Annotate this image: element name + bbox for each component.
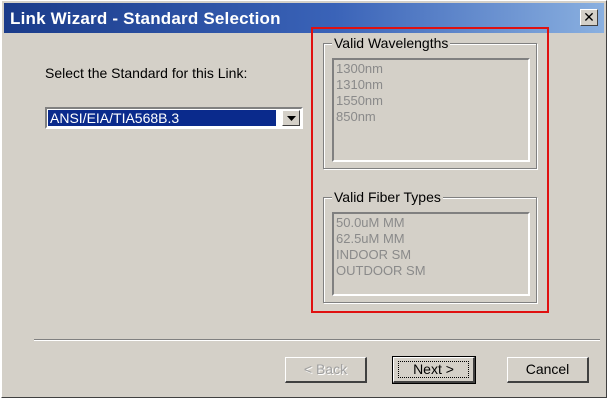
cancel-button[interactable]: Cancel <box>507 357 589 383</box>
dropdown-button[interactable] <box>282 110 300 126</box>
back-button[interactable]: < Back <box>285 357 367 383</box>
list-item: 1550nm <box>336 93 383 108</box>
list-item: 50.0uM MM <box>336 215 405 230</box>
button-separator <box>34 339 600 341</box>
chevron-down-icon <box>287 116 296 121</box>
standard-select[interactable]: ANSI/EIA/TIA568B.3 <box>45 107 303 129</box>
fiber-types-group: Valid Fiber Types 50.0uM MM 62.5uM MM IN… <box>323 189 537 303</box>
wavelengths-group-title: Valid Wavelengths <box>332 35 451 51</box>
cancel-button-label: Cancel <box>525 361 570 377</box>
wavelengths-group: Valid Wavelengths 1300nm 1310nm 1550nm 8… <box>323 35 537 169</box>
list-item: 850nm <box>336 109 376 124</box>
list-item: 1300nm <box>336 61 383 76</box>
close-icon: ✕ <box>583 9 595 25</box>
list-item: 62.5uM MM <box>336 231 405 246</box>
wavelengths-list[interactable]: 1300nm 1310nm 1550nm 850nm <box>332 58 530 162</box>
fiber-types-group-title: Valid Fiber Types <box>332 189 443 205</box>
window-title: Link Wizard - Standard Selection <box>10 9 281 28</box>
back-button-label: < Back <box>303 361 348 377</box>
next-button[interactable]: Next > <box>392 356 476 384</box>
link-wizard-dialog: Link Wizard - Standard Selection ✕ Selec… <box>1 0 607 398</box>
close-button[interactable]: ✕ <box>580 9 598 26</box>
list-item: OUTDOOR SM <box>336 263 426 278</box>
fiber-types-list[interactable]: 50.0uM MM 62.5uM MM INDOOR SM OUTDOOR SM <box>332 212 530 296</box>
list-item: INDOOR SM <box>336 247 412 262</box>
list-item: 1310nm <box>336 77 383 92</box>
standard-select-value: ANSI/EIA/TIA568B.3 <box>48 110 276 126</box>
standard-label: Select the Standard for this Link: <box>45 65 248 81</box>
focus-rectangle <box>398 361 469 378</box>
